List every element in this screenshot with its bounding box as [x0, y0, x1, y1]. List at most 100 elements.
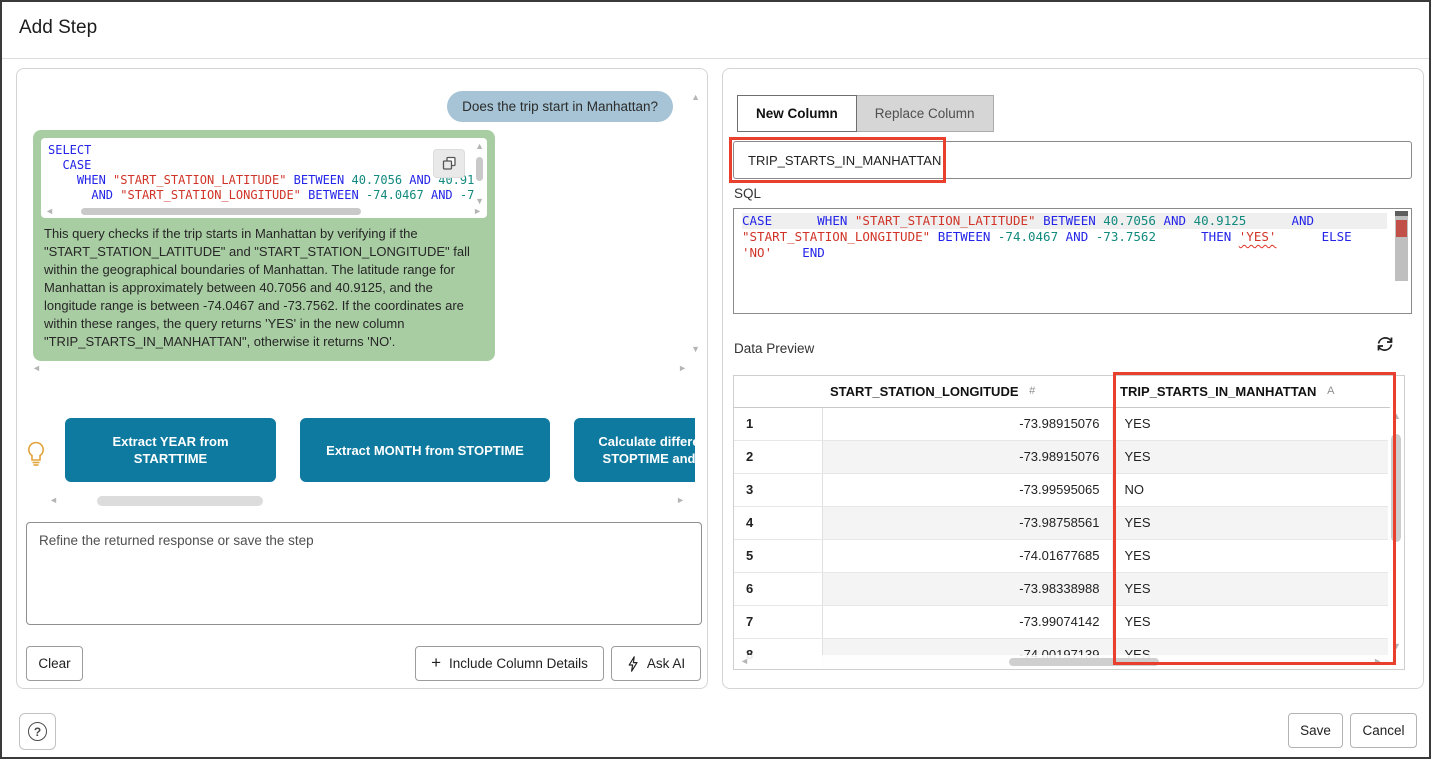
code-horizontal-scrollbar[interactable]: ◄ ► [57, 207, 469, 216]
sql-editor[interactable]: CASE WHEN "START_STATION_LATITUDE" BETWE… [733, 208, 1412, 314]
user-message-bubble: Does the trip start in Manhattan? [447, 91, 673, 122]
numeric-type-icon: # [1029, 385, 1035, 397]
row-number-cell: 1 [734, 407, 822, 440]
data-preview-label: Data Preview [734, 341, 814, 356]
scrollbar-thumb[interactable] [1009, 658, 1159, 666]
manhattan-cell: NO [1112, 473, 1390, 506]
longitude-cell: -73.99074142 [822, 605, 1112, 638]
table-row: 7 -73.99074142 YES [734, 605, 1390, 638]
table-row: 2 -73.98915076 YES [734, 440, 1390, 473]
sql-label: SQL [734, 186, 761, 201]
chat-scroll-up-icon[interactable]: ▲ [691, 93, 700, 102]
table-header-row: START_STATION_LONGITUDE # TRIP_STARTS_IN… [734, 376, 1390, 407]
copy-code-button[interactable] [433, 149, 465, 178]
suggestions-scrollbar[interactable] [97, 496, 263, 506]
row-number-cell: 4 [734, 506, 822, 539]
table-row: 3 -73.99595065 NO [734, 473, 1390, 506]
manhattan-cell: YES [1112, 572, 1390, 605]
include-column-details-label: Include Column Details [449, 656, 588, 671]
ruler-top-marker [1395, 211, 1408, 216]
plus-icon: + [431, 653, 441, 673]
suggestion-list: Extract YEAR from STARTTIME Extract MONTH… [65, 418, 695, 484]
suggestions-scroll-right-icon[interactable]: ► [676, 496, 685, 505]
cancel-button[interactable]: Cancel [1350, 713, 1417, 748]
scroll-left-icon[interactable]: ◄ [740, 657, 749, 666]
table-vertical-scrollbar[interactable]: ▲ ▼ [1388, 408, 1404, 669]
longitude-cell: -73.98915076 [822, 440, 1112, 473]
editor-annotation-ruler [1395, 211, 1408, 281]
clear-button[interactable]: Clear [26, 646, 83, 681]
column-mode-tabs: New Column Replace Column [737, 95, 994, 132]
scroll-left-icon[interactable]: ◄ [45, 207, 54, 216]
sql-expression: CASE WHEN "START_STATION_LATITUDE" BETWE… [742, 213, 1387, 261]
scroll-down-icon[interactable]: ▼ [1392, 642, 1401, 651]
row-number-cell: 3 [734, 473, 822, 506]
refine-input[interactable] [26, 522, 702, 625]
longitude-cell: -74.01677685 [822, 539, 1112, 572]
ai-chat-panel: Does the trip start in Manhattan? ▲ SELE… [16, 68, 708, 689]
scroll-right-icon[interactable]: ► [473, 207, 482, 216]
page-title: Add Step [19, 17, 97, 39]
table-body: 1 -73.98915076 YES 2 -73.98915076 YES 3 … [734, 407, 1390, 670]
error-marker [1396, 220, 1407, 237]
help-icon: ? [28, 722, 47, 741]
manhattan-cell: YES [1112, 605, 1390, 638]
column-config-panel: New Column Replace Column SQL CASE WHEN … [722, 68, 1424, 689]
add-step-dialog: Add Step Does the trip start in Manhatta… [0, 0, 1431, 759]
help-button[interactable]: ? [19, 713, 56, 750]
tab-new-column[interactable]: New Column [737, 95, 857, 132]
manhattan-cell: YES [1112, 506, 1390, 539]
refresh-icon [1374, 333, 1396, 355]
longitude-cell: -73.99595065 [822, 473, 1112, 506]
chat-scroll-left-icon[interactable]: ◄ [32, 364, 41, 373]
text-type-icon: A [1327, 385, 1334, 397]
table-row: 4 -73.98758561 YES [734, 506, 1390, 539]
save-button[interactable]: Save [1288, 713, 1343, 748]
manhattan-cell: YES [1112, 440, 1390, 473]
refresh-button[interactable] [1373, 333, 1397, 357]
scroll-down-icon[interactable]: ▼ [475, 197, 484, 206]
row-number-header [734, 376, 822, 407]
scrollbar-thumb[interactable] [81, 208, 361, 215]
tab-replace-column[interactable]: Replace Column [857, 95, 994, 132]
table-row: 5 -74.01677685 YES [734, 539, 1390, 572]
ask-ai-label: Ask AI [647, 656, 685, 671]
ai-response-bubble: SELECT CASE WHEN "START_STATION_LATITUDE… [33, 130, 495, 361]
scroll-up-icon[interactable]: ▲ [1392, 412, 1401, 421]
column-name-input[interactable] [733, 141, 1412, 179]
code-vertical-scrollbar[interactable]: ▲ ▼ [475, 144, 484, 204]
row-number-cell: 5 [734, 539, 822, 572]
lightning-bolt-icon [627, 656, 639, 672]
column-header-longitude[interactable]: START_STATION_LONGITUDE # [822, 376, 1112, 407]
copy-icon [442, 156, 457, 171]
suggestion-button[interactable]: Calculate differe STOPTIME and [574, 418, 695, 482]
longitude-cell: -73.98758561 [822, 506, 1112, 539]
scrollbar-thumb[interactable] [1391, 434, 1401, 542]
row-number-cell: 2 [734, 440, 822, 473]
scrollbar-thumb[interactable] [476, 157, 483, 181]
ask-ai-button[interactable]: Ask AI [611, 646, 701, 681]
data-preview-table: START_STATION_LONGITUDE # TRIP_STARTS_IN… [733, 375, 1405, 670]
suggestions-scroll-left-icon[interactable]: ◄ [49, 496, 58, 505]
chat-scroll-down-icon[interactable]: ▼ [691, 345, 700, 354]
table-horizontal-scrollbar[interactable]: ◄ ► [734, 655, 1388, 669]
column-header-manhattan[interactable]: TRIP_STARTS_IN_MANHATTAN A [1112, 376, 1390, 407]
chat-scroll-right-icon[interactable]: ► [678, 364, 687, 373]
dialog-header: Add Step [2, 2, 1429, 59]
lightbulb-icon [26, 441, 46, 473]
manhattan-cell: YES [1112, 539, 1390, 572]
longitude-cell: -73.98338988 [822, 572, 1112, 605]
scroll-up-icon[interactable]: ▲ [475, 142, 484, 151]
generated-sql-code: SELECT CASE WHEN "START_STATION_LATITUDE… [48, 143, 469, 203]
row-number-cell: 7 [734, 605, 822, 638]
ai-explanation-text: This query checks if the trip starts in … [41, 225, 487, 353]
table-row: 1 -73.98915076 YES [734, 407, 1390, 440]
row-number-cell: 6 [734, 572, 822, 605]
include-column-details-button[interactable]: + Include Column Details [415, 646, 604, 681]
manhattan-cell: YES [1112, 407, 1390, 440]
scroll-right-icon[interactable]: ► [1373, 657, 1382, 666]
suggestion-button[interactable]: Extract YEAR from STARTTIME [65, 418, 276, 482]
sql-code-preview: SELECT CASE WHEN "START_STATION_LATITUDE… [41, 138, 487, 218]
suggestion-button[interactable]: Extract MONTH from STOPTIME [300, 418, 550, 482]
table-row: 6 -73.98338988 YES [734, 572, 1390, 605]
